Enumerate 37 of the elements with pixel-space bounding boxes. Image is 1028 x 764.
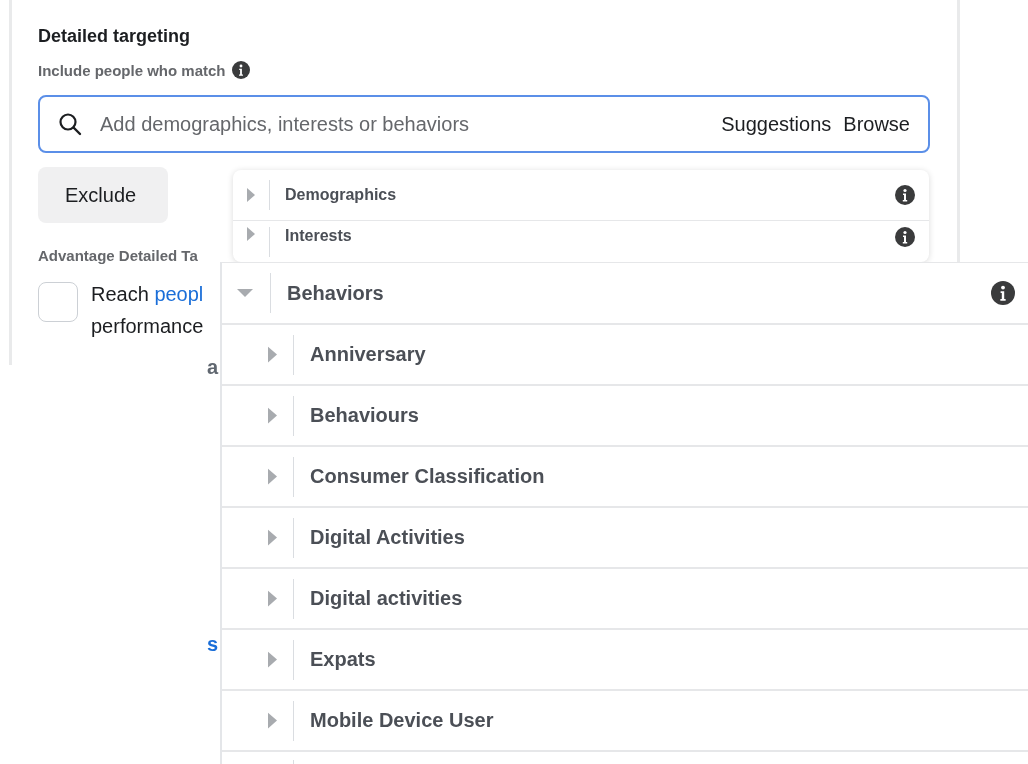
text-fragment: a xyxy=(207,356,219,379)
people-link[interactable]: peopl xyxy=(154,283,204,305)
category-item[interactable]: Digital activities xyxy=(222,569,1028,630)
caret-right-icon[interactable] xyxy=(268,407,277,424)
info-icon[interactable] xyxy=(895,185,915,205)
option-label: Advantage Detailed Ta xyxy=(38,247,199,264)
category-item[interactable]: Behaviours xyxy=(222,386,1028,447)
search-field[interactable]: Add demographics, interests or behaviors Suggestions Browse xyxy=(38,95,930,153)
exclude-button[interactable]: Exclude xyxy=(38,167,168,223)
section-title: Detailed targeting xyxy=(38,26,192,47)
text-fragment: s xyxy=(207,633,219,656)
category-item[interactable]: Digital Activities xyxy=(222,508,1028,569)
info-icon[interactable] xyxy=(231,61,250,79)
caret-right-icon[interactable] xyxy=(268,346,277,363)
caret-right-icon[interactable] xyxy=(268,712,277,729)
caret-down-icon[interactable] xyxy=(237,289,253,297)
option-text: Reach peopl performance xyxy=(91,282,204,339)
info-icon[interactable] xyxy=(991,281,1015,305)
menu-item[interactable]: Demographics xyxy=(233,170,929,221)
search-action-link[interactable]: Suggestions xyxy=(721,112,832,136)
search-action-link[interactable]: Browse xyxy=(843,112,910,136)
caret-right-icon[interactable] xyxy=(268,651,277,668)
category-item[interactable]: Expats xyxy=(222,630,1028,691)
caret-right-icon[interactable] xyxy=(247,227,255,241)
checkbox[interactable] xyxy=(38,282,78,322)
caret-right-icon[interactable] xyxy=(247,188,255,202)
menu-item[interactable]: Interests xyxy=(233,221,929,262)
caret-right-icon[interactable] xyxy=(268,590,277,607)
caret-right-icon[interactable] xyxy=(268,468,277,485)
section-subtitle: Include people who match xyxy=(38,61,226,79)
search-icon xyxy=(58,112,82,136)
caret-right-icon[interactable] xyxy=(268,529,277,546)
category-item[interactable]: Mobile Device User xyxy=(222,691,1028,752)
category-item[interactable]: Consumer Classification xyxy=(222,447,1028,508)
info-icon[interactable] xyxy=(895,227,915,247)
category-item[interactable]: Anniversary xyxy=(222,325,1028,386)
category-header[interactable]: Behaviors xyxy=(222,263,1028,325)
